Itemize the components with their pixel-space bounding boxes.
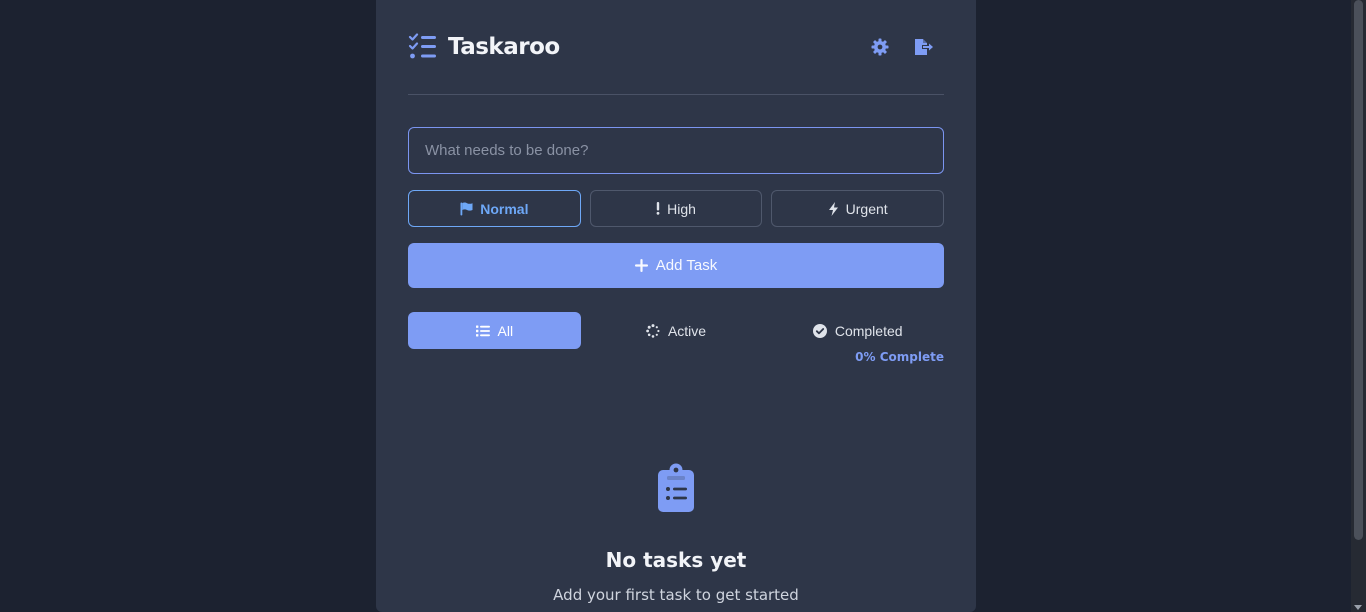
settings-button[interactable]	[868, 35, 892, 59]
header-actions	[868, 35, 944, 59]
plus-icon	[634, 259, 648, 272]
flag-icon	[460, 202, 473, 215]
tab-completed[interactable]: Completed	[771, 312, 944, 349]
page-scrollbar[interactable]	[1351, 0, 1366, 612]
list-icon	[475, 325, 490, 336]
priority-high-button[interactable]: High	[589, 190, 763, 227]
exclamation-icon	[656, 202, 660, 215]
tab-all-label: All	[497, 322, 514, 339]
scroll-down-arrow-icon[interactable]	[1354, 605, 1362, 610]
empty-state-subtitle: Add your first task to get started	[553, 586, 799, 604]
check-circle-icon	[812, 323, 827, 338]
tab-all[interactable]: All	[408, 312, 581, 349]
priority-high-label: High	[667, 200, 696, 217]
add-task-button[interactable]: Add Task	[408, 243, 944, 288]
logout-icon	[915, 39, 933, 55]
empty-state-title: No tasks yet	[605, 548, 747, 572]
app-title: Taskaroo	[448, 34, 560, 60]
tab-active[interactable]: Active	[590, 312, 763, 349]
filter-tabs: All Active Completed	[408, 312, 944, 349]
scrollbar-thumb[interactable]	[1354, 0, 1363, 540]
empty-state: No tasks yet Add your first task to get …	[376, 462, 976, 604]
bolt-icon	[828, 201, 838, 216]
progress-text: 0% Complete	[855, 350, 944, 364]
priority-urgent-label: Urgent	[845, 200, 888, 217]
gear-icon	[871, 38, 889, 56]
todo-card: Taskaroo What needs to be done? Normal H…	[376, 0, 976, 612]
add-task-label: Add Task	[655, 257, 718, 274]
app-header: Taskaroo	[408, 30, 944, 64]
tab-active-label: Active	[667, 322, 707, 339]
priority-normal-button[interactable]: Normal	[408, 190, 581, 227]
tab-completed-label: Completed	[834, 322, 903, 339]
task-input[interactable]	[408, 127, 944, 174]
clipboard-list-icon	[658, 463, 694, 512]
header-divider	[408, 94, 944, 95]
priority-normal-label: Normal	[480, 200, 529, 217]
priority-selector: Normal High Urgent	[408, 190, 945, 227]
list-check-icon	[408, 33, 436, 59]
logout-button[interactable]	[912, 35, 936, 59]
priority-urgent-button[interactable]: Urgent	[771, 190, 945, 227]
spinner-icon	[646, 323, 660, 338]
